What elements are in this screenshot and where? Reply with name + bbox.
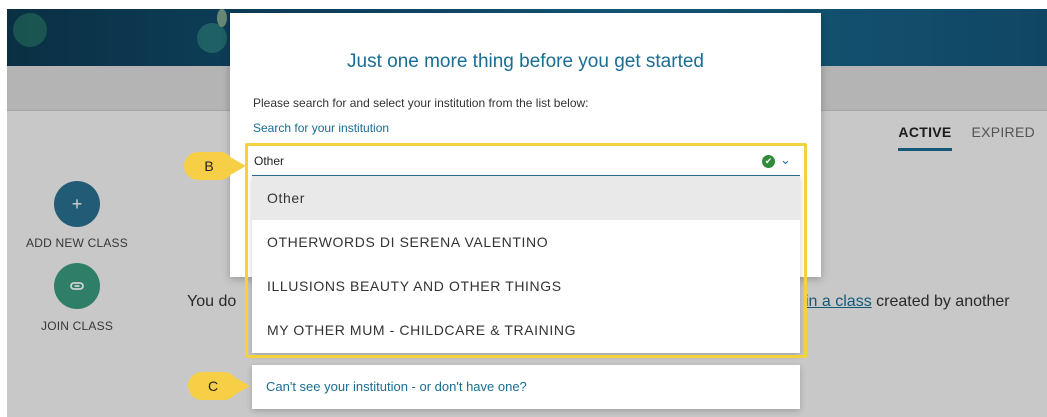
callout-b-arrow (232, 158, 246, 174)
app-stage: ACTIVE EXPIRED + ADD NEW CLASS JOIN CLAS… (7, 9, 1047, 417)
callout-b-label: B (204, 158, 214, 174)
callout-b: B (184, 152, 234, 180)
callout-c-label: C (207, 378, 219, 394)
modal-title: Just one more thing before you get start… (347, 51, 704, 72)
cant-see-institution-link[interactable]: Can't see your institution - or don't ha… (266, 379, 527, 394)
search-institution-label[interactable]: Search for your institution (253, 121, 389, 135)
cant-see-institution-panel: Can't see your institution - or don't ha… (252, 365, 800, 409)
callout-c: C (188, 372, 238, 400)
callout-c-arrow (236, 378, 250, 394)
modal-instruction: Please search for and select your instit… (253, 96, 589, 110)
highlight-box (245, 143, 807, 358)
